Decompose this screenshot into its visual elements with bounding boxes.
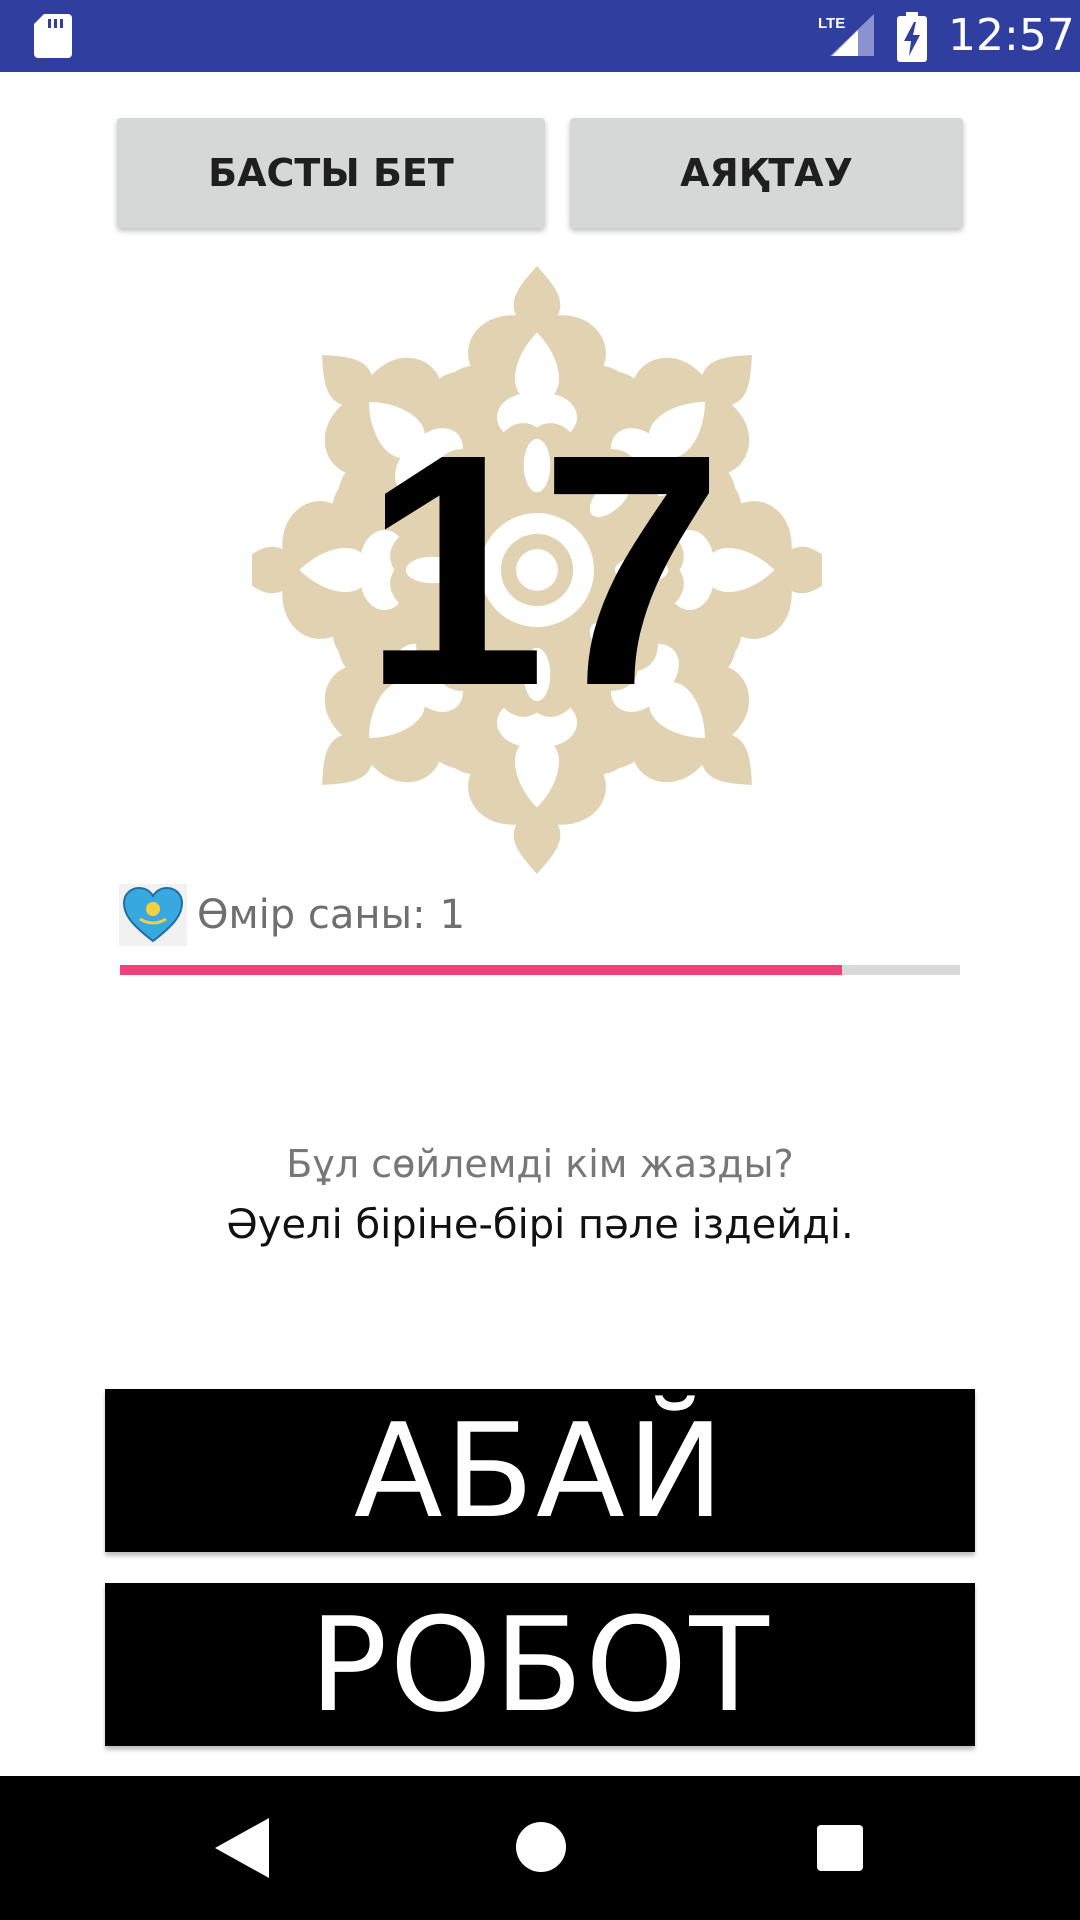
lives-label: Өмір саны: [197,892,426,938]
home-button[interactable]: БАСТЫ БЕТ [117,118,545,228]
lives-count: 1 [439,892,466,938]
sd-card-icon [34,14,72,58]
answer-button-abai[interactable]: АБАЙ [105,1389,975,1552]
time-progress-fill [120,965,843,975]
finish-button[interactable]: АЯҚТАУ [570,118,963,228]
status-time: 12:57 [948,10,1075,61]
question-prompt: Бұл сөйлемді кім жазды? [286,1142,794,1186]
network-type: LTE [818,15,845,32]
recents-icon[interactable] [817,1825,863,1871]
battery-charging-icon [897,12,927,62]
lte-signal-icon: LTE [818,14,874,56]
navigation-bar [0,1776,1080,1920]
back-icon[interactable] [213,1816,271,1880]
countdown-counter: 17 [362,385,723,754]
lives-row: Өмір саны: 1 [119,884,465,946]
home-icon[interactable] [516,1822,566,1872]
time-progress-bar [120,965,960,975]
answer-button-robot[interactable]: РОБОТ [105,1583,975,1746]
kazakhstan-flag-heart-icon [119,884,187,946]
question-quote: Әуелі біріне-бірі пәле іздейді. [226,1202,854,1248]
status-bar: LTE 12:57 [0,0,1080,72]
